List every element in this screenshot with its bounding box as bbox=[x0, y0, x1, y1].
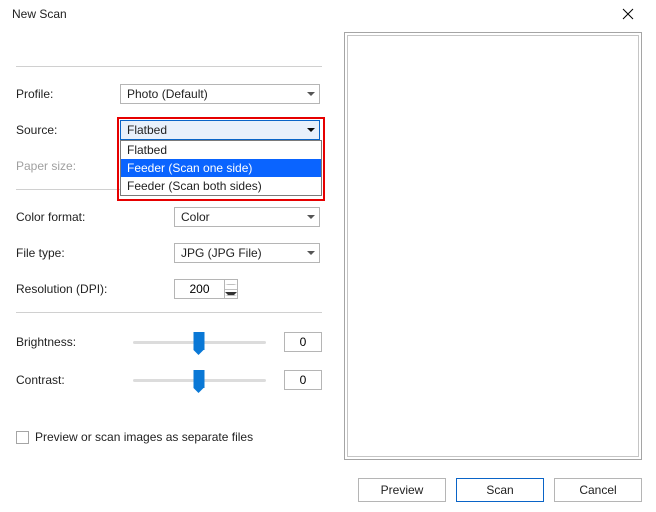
separate-files-row: Preview or scan images as separate files bbox=[16, 430, 253, 444]
resolution-row: Resolution (DPI): bbox=[16, 276, 322, 302]
divider bbox=[16, 312, 322, 313]
close-button[interactable] bbox=[608, 0, 648, 28]
source-value: Flatbed bbox=[127, 123, 167, 137]
separate-files-label: Preview or scan images as separate files bbox=[35, 430, 253, 444]
scan-button[interactable]: Scan bbox=[456, 478, 544, 502]
chevron-down-icon bbox=[225, 292, 237, 296]
source-option[interactable]: Feeder (Scan one side) bbox=[121, 159, 321, 177]
slider-thumb[interactable] bbox=[194, 370, 205, 388]
resolution-label: Resolution (DPI): bbox=[16, 282, 120, 296]
color-format-row: Color format: Color bbox=[16, 204, 322, 230]
chevron-down-icon bbox=[307, 251, 315, 255]
brightness-slider[interactable] bbox=[133, 332, 266, 352]
source-dropdown-list[interactable]: FlatbedFeeder (Scan one side)Feeder (Sca… bbox=[120, 140, 322, 196]
chevron-down-icon bbox=[307, 92, 315, 96]
profile-value: Photo (Default) bbox=[127, 87, 208, 101]
file-type-combo[interactable]: JPG (JPG File) bbox=[174, 243, 320, 263]
contrast-row: Contrast: bbox=[16, 365, 322, 395]
brightness-label: Brightness: bbox=[16, 335, 109, 349]
preview-box bbox=[344, 32, 642, 460]
profile-row: Profile: Photo (Default) bbox=[16, 81, 322, 107]
separate-files-checkbox[interactable] bbox=[16, 431, 29, 444]
chevron-down-icon bbox=[307, 215, 315, 219]
contrast-slider[interactable] bbox=[133, 370, 266, 390]
contrast-label: Contrast: bbox=[16, 373, 109, 387]
new-scan-dialog: New Scan Profile: Photo (Default) Source… bbox=[0, 0, 656, 512]
brightness-value-input[interactable] bbox=[284, 332, 322, 352]
preview-button[interactable]: Preview bbox=[358, 478, 446, 502]
profile-label: Profile: bbox=[16, 87, 120, 101]
spinner-buttons bbox=[224, 279, 238, 299]
paper-size-label: Paper size: bbox=[16, 159, 120, 173]
chevron-down-icon bbox=[307, 128, 315, 132]
brightness-row: Brightness: bbox=[16, 327, 322, 357]
window-title: New Scan bbox=[12, 7, 67, 21]
file-type-row: File type: JPG (JPG File) bbox=[16, 240, 322, 266]
chevron-up-icon bbox=[225, 284, 237, 285]
spinner-down-button[interactable] bbox=[225, 290, 237, 299]
color-format-label: Color format: bbox=[16, 210, 120, 224]
color-format-combo[interactable]: Color bbox=[174, 207, 320, 227]
file-type-value: JPG (JPG File) bbox=[181, 246, 262, 260]
source-option[interactable]: Flatbed bbox=[121, 141, 321, 159]
close-icon bbox=[622, 8, 634, 20]
settings-pane: Profile: Photo (Default) Source: Flatbed… bbox=[0, 28, 330, 512]
resolution-spinner[interactable] bbox=[174, 279, 238, 299]
preview-pane: Preview Scan Cancel bbox=[330, 28, 656, 512]
source-option[interactable]: Feeder (Scan both sides) bbox=[121, 177, 321, 195]
contrast-value-input[interactable] bbox=[284, 370, 322, 390]
profile-combo[interactable]: Photo (Default) bbox=[120, 84, 320, 104]
preview-area[interactable] bbox=[347, 35, 639, 457]
titlebar: New Scan bbox=[0, 0, 656, 28]
file-type-label: File type: bbox=[16, 246, 120, 260]
divider bbox=[16, 66, 322, 67]
content-area: Profile: Photo (Default) Source: Flatbed… bbox=[0, 28, 656, 512]
source-combo[interactable]: Flatbed bbox=[120, 120, 320, 140]
dialog-buttons: Preview Scan Cancel bbox=[358, 478, 642, 502]
cancel-button[interactable]: Cancel bbox=[554, 478, 642, 502]
resolution-input[interactable] bbox=[174, 279, 224, 299]
color-format-value: Color bbox=[181, 210, 210, 224]
slider-thumb[interactable] bbox=[194, 332, 205, 350]
source-label: Source: bbox=[16, 123, 120, 137]
spinner-up-button[interactable] bbox=[225, 280, 237, 290]
